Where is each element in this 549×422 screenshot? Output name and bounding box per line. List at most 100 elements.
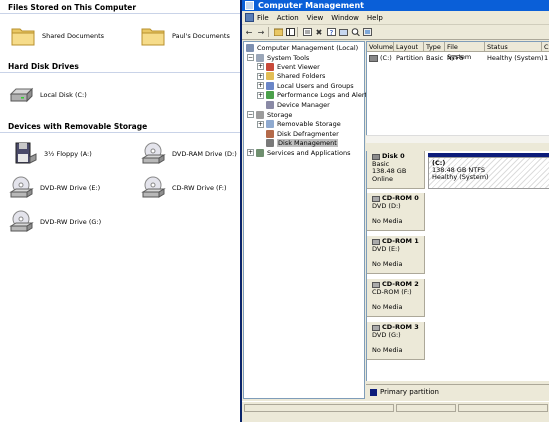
tree-node-perf-logs[interactable]: + Performance Logs and Alerts (257, 91, 370, 100)
tree-label: Device Manager (277, 100, 330, 109)
system-menu-icon[interactable] (245, 13, 254, 22)
tree-node-disk-defragmenter[interactable]: Disk Defragmenter (266, 129, 339, 138)
folder-icon (140, 23, 168, 49)
menu-action[interactable]: Action (277, 14, 299, 22)
item-pauls-documents[interactable]: Paul's Documents (140, 23, 230, 49)
tree-node-event-viewer[interactable]: + Event Viewer (257, 62, 320, 71)
pane-splitter[interactable] (366, 143, 549, 151)
tree-node-system-tools[interactable]: − System Tools (247, 53, 309, 62)
disk-row-cd-rom-2[interactable]: CD-ROM 2 CD-ROM (F:) No Media (367, 279, 549, 319)
volume-icon (369, 54, 378, 62)
help-icon[interactable]: ? (326, 27, 336, 37)
folder-icon (10, 23, 38, 49)
tree-label: Storage (267, 110, 293, 119)
item-local-disk-c[interactable]: Local Disk (C:) (8, 82, 87, 108)
disk-info: CD-ROM 3 DVD (G:) No Media (367, 322, 425, 360)
toolbar-separator (297, 27, 298, 37)
tree-label: Event Viewer (277, 62, 320, 71)
menu-help[interactable]: Help (367, 14, 383, 22)
tree-node-storage[interactable]: − Storage (247, 110, 292, 119)
expand-icon[interactable]: + (257, 63, 264, 70)
tree-node-local-users[interactable]: + Local Users and Groups (257, 81, 354, 90)
column-header-layout[interactable]: Layout (394, 42, 424, 52)
up-icon[interactable] (273, 27, 283, 37)
menu-window[interactable]: Window (331, 14, 359, 22)
expand-icon[interactable]: + (257, 120, 264, 128)
title-bar[interactable]: Computer Management (242, 0, 549, 11)
users-icon (266, 81, 274, 90)
tree-node-services[interactable]: + Services and Applications (247, 148, 350, 157)
disk-area (426, 236, 549, 274)
svg-text:?: ? (329, 29, 333, 36)
tree-label: Local Users and Groups (277, 81, 354, 90)
back-icon[interactable]: ← (244, 27, 254, 37)
show-hide-tree-icon[interactable] (285, 27, 295, 37)
partition-c[interactable]: (C:) 138.48 GB NTFS Healthy (System) (428, 153, 549, 189)
item-shared-documents[interactable]: Shared Documents (10, 23, 104, 49)
column-header-volume[interactable]: Volume (367, 42, 394, 52)
disk-row-cd-rom-0[interactable]: CD-ROM 0 DVD (D:) No Media (367, 193, 549, 233)
item-floppy-a[interactable]: 3½ Floppy (A:) (12, 141, 92, 167)
disk-management-icon (266, 139, 274, 147)
cell-capacity: 1 (544, 54, 549, 62)
disk-area (426, 193, 549, 231)
disk-status: Online (372, 174, 393, 183)
window-title: Computer Management (258, 1, 364, 10)
item-label: DVD-RW Drive (E:) (40, 184, 101, 192)
disk-row-cd-rom-3[interactable]: CD-ROM 3 DVD (G:) No Media (367, 322, 549, 362)
tree-node-removable-storage[interactable]: + Removable Storage (257, 120, 341, 129)
status-pane (244, 404, 394, 412)
tree-label: Removable Storage (277, 120, 341, 128)
tree-node-root[interactable]: Computer Management (Local) (246, 43, 358, 52)
expand-icon[interactable]: + (257, 82, 264, 89)
tree-label: Services and Applications (267, 148, 351, 157)
tree-label: System Tools (267, 53, 310, 62)
disk-row-cd-rom-1[interactable]: CD-ROM 1 DVD (E:) No Media (367, 236, 549, 276)
section-title-removable: Devices with Removable Storage (8, 122, 148, 131)
disk-status: No Media (372, 259, 403, 268)
disk-drive: CD-ROM (F:) (372, 287, 412, 296)
item-label: CD-RW Drive (F:) (172, 184, 227, 192)
expand-icon[interactable]: + (257, 91, 264, 99)
disk-area (426, 322, 549, 360)
cd-rom-icon (372, 195, 380, 202)
wizard-icon[interactable] (338, 27, 348, 37)
tree-node-device-manager[interactable]: Device Manager (266, 100, 330, 109)
column-header-capacity[interactable]: C (542, 42, 549, 52)
disk-status: No Media (372, 216, 403, 225)
cell-file-system: NTFS (447, 54, 464, 62)
column-header-status[interactable]: Status (485, 42, 542, 52)
properties-icon[interactable] (302, 27, 312, 37)
hard-disk-icon (8, 82, 36, 108)
refresh-icon[interactable] (362, 27, 372, 37)
menu-file[interactable]: File (257, 14, 269, 22)
search-icon[interactable] (350, 27, 360, 37)
toolbar: ← → ✖ ? (242, 25, 549, 40)
tree-node-shared-folders[interactable]: + Shared Folders (257, 72, 325, 81)
item-cd-rw-f[interactable]: CD-RW Drive (F:) (140, 175, 227, 201)
collapse-icon[interactable]: − (247, 54, 254, 61)
shared-folders-icon (266, 72, 274, 80)
tree-label: Disk Management (277, 139, 338, 147)
disk-status: No Media (372, 345, 403, 354)
disk-graphical-view: Disk 0 Basic 138.48 GB Online (C:) 138.4… (366, 151, 549, 381)
item-dvd-ram-d[interactable]: DVD-RAM Drive (D:) (140, 141, 237, 167)
forward-icon[interactable]: → (256, 27, 266, 37)
tree-node-disk-management[interactable]: Disk Management (266, 139, 338, 148)
disk-row-disk-0[interactable]: Disk 0 Basic 138.48 GB Online (C:) 138.4… (367, 151, 549, 191)
collapse-icon[interactable]: − (247, 111, 254, 118)
delete-icon[interactable]: ✖ (314, 27, 324, 37)
menu-view[interactable]: View (307, 14, 324, 22)
computer-management-window: Computer Management File Action View Win… (240, 0, 549, 422)
expand-icon[interactable]: + (257, 72, 264, 80)
volume-list: Volume Layout Type File System Status C … (366, 41, 549, 139)
cd-rom-icon (372, 281, 380, 288)
dvd-drive-icon (8, 209, 36, 235)
column-header-file-system[interactable]: File System (445, 42, 485, 61)
section-title-hard-disks: Hard Disk Drives (8, 62, 79, 71)
cd-drive-icon (140, 175, 168, 201)
item-dvd-rw-e[interactable]: DVD-RW Drive (E:) (8, 175, 100, 201)
item-dvd-rw-g[interactable]: DVD-RW Drive (G:) (8, 209, 101, 235)
column-header-type[interactable]: Type (424, 42, 445, 52)
expand-icon[interactable]: + (247, 149, 254, 156)
